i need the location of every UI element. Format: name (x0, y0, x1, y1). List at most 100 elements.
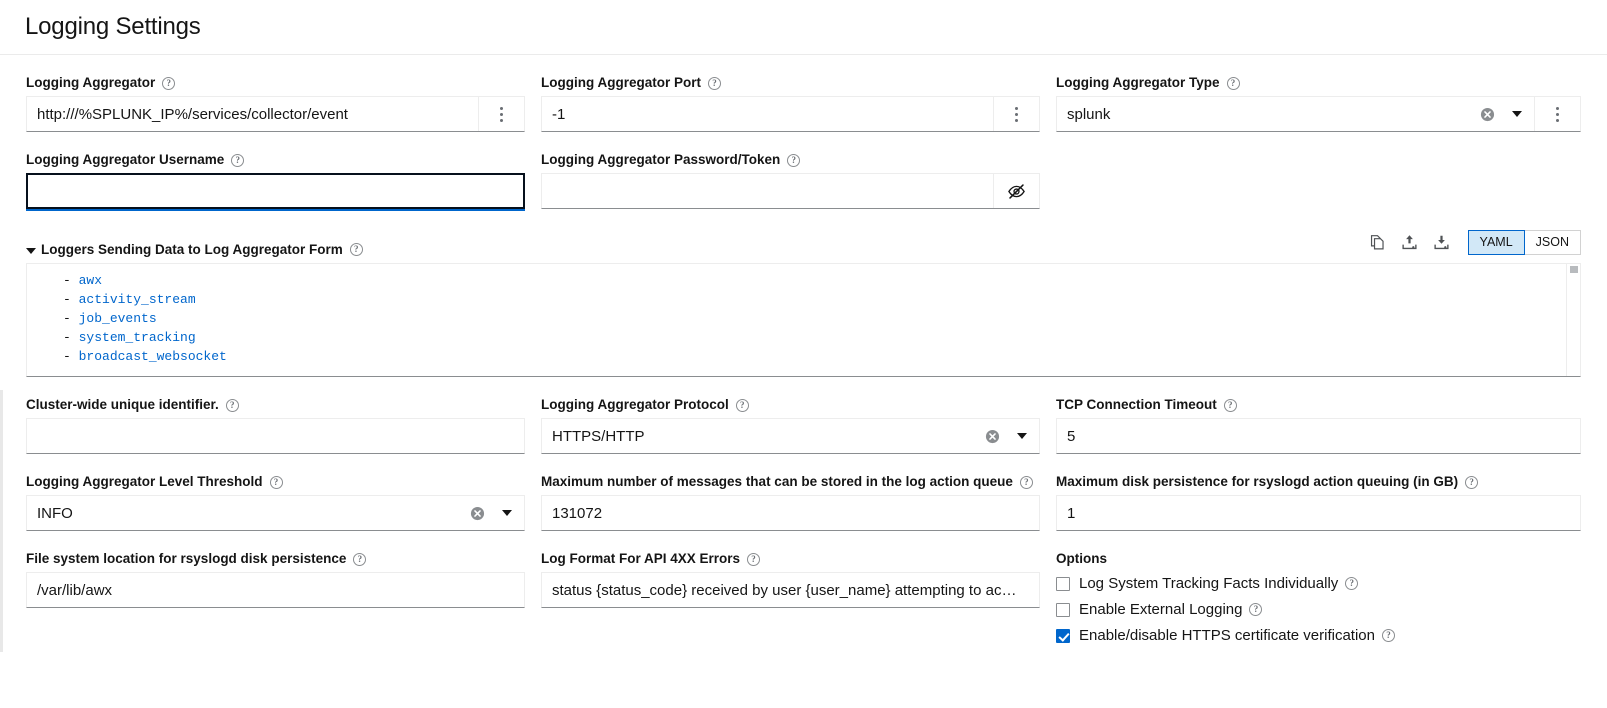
max-disk-input[interactable] (1057, 496, 1580, 530)
chevron-down-icon[interactable] (1500, 97, 1534, 131)
aggregator-protocol-inputwrap (541, 418, 1040, 454)
option-row: Enable/disable HTTPS certificate verific… (1056, 627, 1581, 644)
label-tcp-timeout: TCP Connection Timeout (1056, 397, 1581, 413)
download-icon[interactable] (1426, 229, 1458, 255)
help-icon[interactable] (1345, 577, 1358, 590)
toggle-yaml[interactable]: YAML (1468, 230, 1525, 255)
fs-location-input[interactable] (27, 573, 524, 607)
form-row-1: Logging Aggregator Logging Aggregator Po… (26, 55, 1581, 132)
upload-icon[interactable] (1394, 229, 1426, 255)
help-icon[interactable] (231, 154, 244, 167)
help-icon[interactable] (1020, 476, 1033, 489)
options-list: Log System Tracking Facts Individually En… (1056, 575, 1581, 644)
logging-aggregator-password-input[interactable] (542, 174, 993, 208)
form-row-3: Cluster-wide unique identifier. Logging … (26, 377, 1581, 454)
label-logging-aggregator-type: Logging Aggregator Type (1056, 75, 1581, 91)
level-threshold-input[interactable] (27, 496, 464, 530)
help-icon[interactable] (747, 553, 760, 566)
label-logging-aggregator-password: Logging Aggregator Password/Token (541, 152, 1040, 168)
label-loggers-editor: Loggers Sending Data to Log Aggregator F… (26, 242, 363, 257)
code-editor-scrollbar[interactable] (1566, 264, 1580, 376)
label-max-disk: Maximum disk persistence for rsyslogd ac… (1056, 474, 1581, 490)
form-row-4: Logging Aggregator Level Threshold (26, 454, 1581, 531)
logging-aggregator-inputwrap (26, 96, 525, 132)
label-level-threshold: Logging Aggregator Level Threshold (26, 474, 525, 490)
code-line: - job_events (63, 309, 1566, 328)
option-checkbox-0[interactable] (1056, 577, 1070, 591)
row2-spacer (1056, 132, 1581, 209)
help-icon[interactable] (162, 77, 175, 90)
aggregator-protocol-input[interactable] (542, 419, 979, 453)
option-checkbox-2[interactable] (1056, 629, 1070, 643)
clear-icon[interactable] (464, 496, 490, 530)
label-logging-aggregator-port: Logging Aggregator Port (541, 75, 1040, 91)
max-disk-inputwrap (1056, 495, 1581, 531)
kebab-menu-icon[interactable] (1534, 97, 1580, 131)
logging-aggregator-input[interactable] (27, 97, 478, 131)
help-icon[interactable] (353, 553, 366, 566)
help-icon[interactable] (1227, 77, 1240, 90)
field-tcp-timeout: TCP Connection Timeout (1056, 377, 1581, 454)
eye-slash-icon[interactable] (993, 174, 1039, 208)
max-messages-inputwrap (541, 495, 1040, 531)
help-icon[interactable] (270, 476, 283, 489)
logging-aggregator-username-input[interactable] (28, 175, 523, 207)
label-logging-aggregator-username: Logging Aggregator Username (26, 152, 525, 168)
kebab-menu-icon[interactable] (993, 97, 1039, 131)
option-label: Log System Tracking Facts Individually (1079, 575, 1338, 592)
chevron-down-icon[interactable] (1005, 419, 1039, 453)
log-format-4xx-inputwrap (541, 572, 1040, 608)
page-header: Logging Settings (0, 0, 1607, 55)
code-line: - system_tracking (63, 328, 1566, 347)
label-cluster-id: Cluster-wide unique identifier. (26, 397, 525, 413)
help-icon[interactable] (350, 243, 363, 256)
chevron-down-icon[interactable] (26, 248, 36, 254)
logging-aggregator-port-input[interactable] (542, 97, 993, 131)
cluster-id-input[interactable] (27, 419, 524, 453)
option-label: Enable/disable HTTPS certificate verific… (1079, 627, 1375, 644)
tcp-timeout-input[interactable] (1057, 419, 1580, 453)
label-max-messages: Maximum number of messages that can be s… (541, 474, 1040, 490)
option-checkbox-1[interactable] (1056, 603, 1070, 617)
label-fs-location: File system location for rsyslogd disk p… (26, 551, 525, 567)
clear-icon[interactable] (979, 419, 1005, 453)
code-line: - awx (63, 271, 1566, 290)
field-aggregator-protocol: Logging Aggregator Protocol (541, 377, 1056, 454)
help-icon[interactable] (787, 154, 800, 167)
scrollbar-thumb[interactable] (1570, 266, 1578, 273)
help-icon[interactable] (1382, 629, 1395, 642)
toggle-json[interactable]: JSON (1524, 230, 1581, 255)
logging-aggregator-password-inputwrap (541, 173, 1040, 209)
clear-icon[interactable] (1474, 97, 1500, 131)
copy-icon[interactable] (1362, 229, 1394, 255)
loggers-code-editor[interactable]: - awx- activity_stream- job_events- syst… (26, 263, 1581, 377)
logging-aggregator-port-inputwrap (541, 96, 1040, 132)
kebab-menu-icon[interactable] (478, 97, 524, 131)
chevron-down-icon[interactable] (490, 496, 524, 530)
help-icon[interactable] (1465, 476, 1478, 489)
options-title: Options (1056, 551, 1581, 566)
editor-toolbar: YAML JSON (1362, 229, 1581, 255)
help-icon[interactable] (708, 77, 721, 90)
level-threshold-inputwrap (26, 495, 525, 531)
field-level-threshold: Logging Aggregator Level Threshold (26, 454, 541, 531)
logging-aggregator-type-input[interactable] (1057, 97, 1474, 131)
logging-aggregator-type-inputwrap (1056, 96, 1581, 132)
settings-content: Logging Aggregator Logging Aggregator Po… (0, 55, 1607, 653)
max-messages-input[interactable] (542, 496, 1039, 530)
help-icon[interactable] (736, 399, 749, 412)
field-logging-aggregator-type: Logging Aggregator Type (1056, 55, 1581, 132)
field-logging-aggregator: Logging Aggregator (26, 55, 541, 132)
help-icon[interactable] (226, 399, 239, 412)
log-format-4xx-input[interactable] (542, 573, 1039, 607)
logging-settings-page: Logging Settings Logging Aggregator (0, 0, 1607, 708)
help-icon[interactable] (1224, 399, 1237, 412)
label-logging-aggregator: Logging Aggregator (26, 75, 525, 91)
label-log-format-4xx: Log Format For API 4XX Errors (541, 551, 1040, 567)
editor-header: Loggers Sending Data to Log Aggregator F… (26, 229, 1581, 257)
form-row-2: Logging Aggregator Username Logging Aggr… (26, 132, 1581, 209)
fs-location-inputwrap (26, 572, 525, 608)
code-editor-content[interactable]: - awx- activity_stream- job_events- syst… (27, 264, 1566, 376)
option-row: Log System Tracking Facts Individually (1056, 575, 1581, 592)
help-icon[interactable] (1249, 603, 1262, 616)
